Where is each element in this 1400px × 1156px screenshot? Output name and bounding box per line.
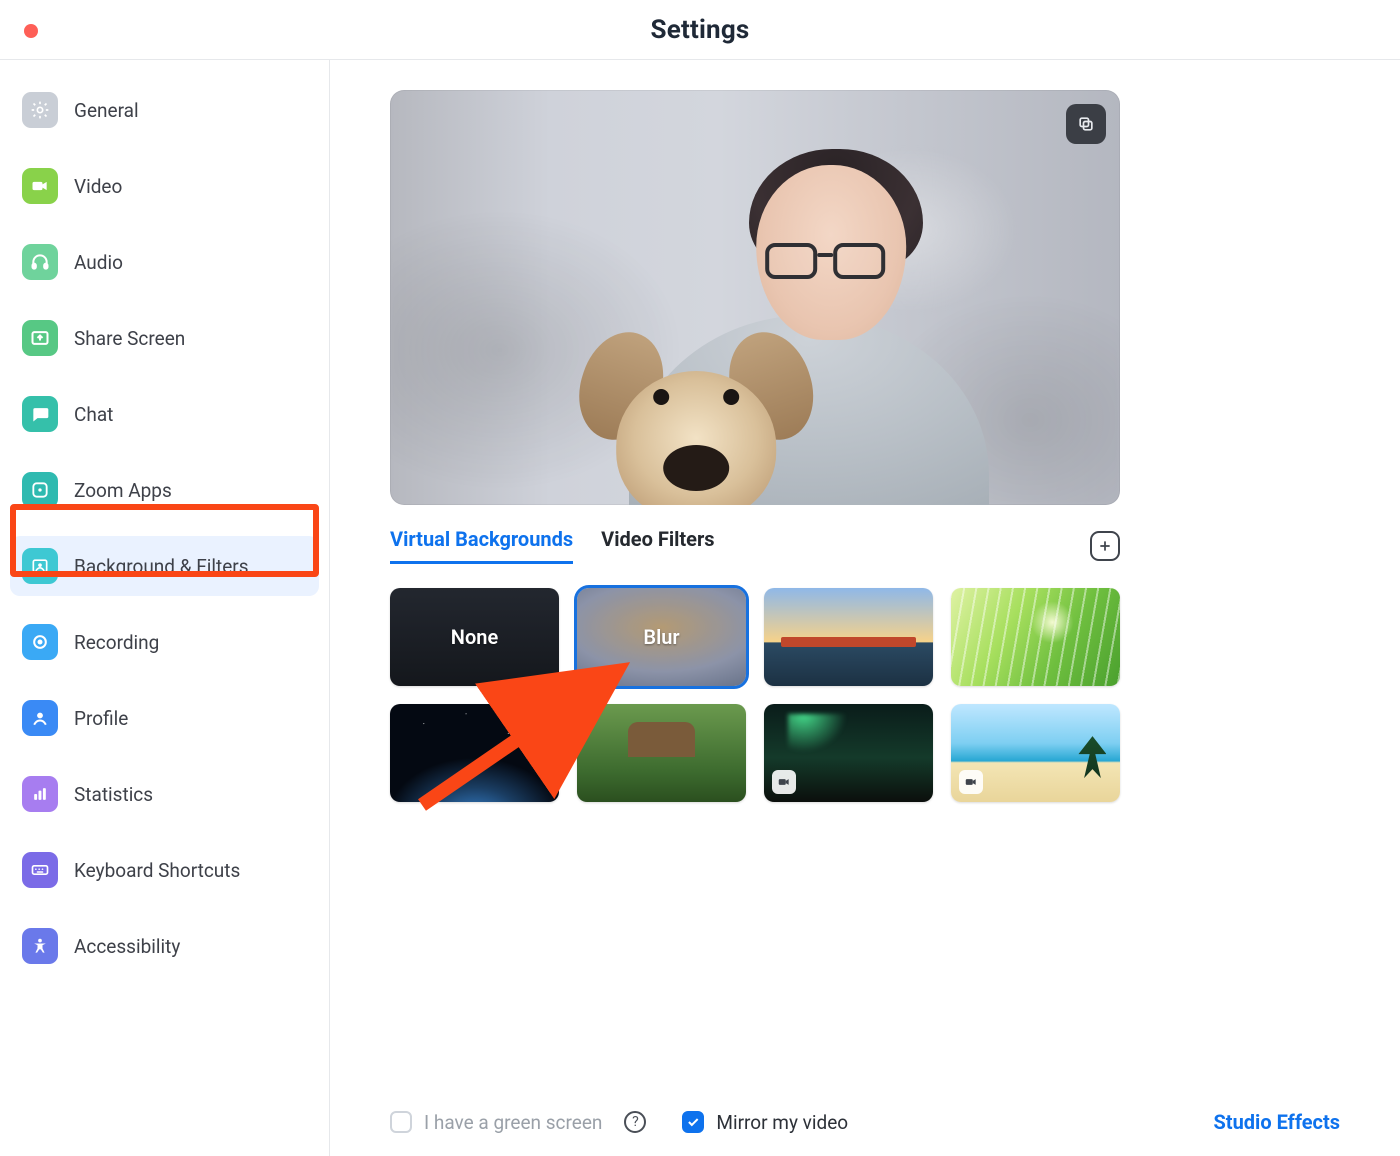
green-screen-checkbox[interactable]: I have a green screen — [390, 1111, 602, 1134]
background-option-earth[interactable] — [390, 704, 559, 802]
camera-preview — [390, 90, 1120, 505]
sidebar-item-label: Profile — [74, 707, 128, 730]
checkbox-icon — [390, 1111, 412, 1133]
backgrounds-tabs-row: Virtual Backgrounds Video Filters — [390, 527, 1120, 564]
sidebar-item-general[interactable]: General — [10, 80, 319, 140]
background-option-aurora[interactable] — [764, 704, 933, 802]
sidebar-item-video[interactable]: Video — [10, 156, 319, 216]
sidebar-item-background-filters[interactable]: Background & Filters — [10, 536, 319, 596]
close-window-button[interactable] — [24, 24, 38, 38]
apps-icon — [22, 472, 58, 508]
background-option-label — [577, 704, 746, 802]
virtual-backgrounds-grid: None Blur — [390, 588, 1120, 802]
sidebar-item-label: Chat — [74, 403, 113, 426]
sidebar-item-label: Share Screen — [74, 327, 185, 350]
sidebar-item-label: Recording — [74, 631, 159, 654]
settings-sidebar: General Video Audio Share Screen — [0, 60, 330, 1156]
video-badge-icon — [772, 770, 796, 794]
background-option-golden-gate[interactable] — [764, 588, 933, 686]
background-option-jungle[interactable] — [577, 704, 746, 802]
sidebar-item-label: Statistics — [74, 783, 153, 806]
sidebar-item-label: Keyboard Shortcuts — [74, 859, 240, 882]
sidebar-item-accessibility[interactable]: Accessibility — [10, 916, 319, 976]
sidebar-item-profile[interactable]: Profile — [10, 688, 319, 748]
sidebar-item-label: General — [74, 99, 139, 122]
sidebar-item-label: Video — [74, 175, 122, 198]
window-title: Settings — [651, 15, 750, 45]
headphones-icon — [22, 244, 58, 280]
titlebar: Settings — [0, 0, 1400, 60]
green-screen-label: I have a green screen — [424, 1111, 602, 1134]
sidebar-item-label: Zoom Apps — [74, 479, 172, 502]
add-background-button[interactable] — [1090, 531, 1120, 561]
settings-panel-background-filters: Virtual Backgrounds Video Filters None B… — [330, 60, 1400, 1156]
background-option-label: Blur — [577, 588, 746, 686]
background-option-blur[interactable]: Blur — [577, 588, 746, 686]
sidebar-item-chat[interactable]: Chat — [10, 384, 319, 444]
sidebar-item-keyboard-shortcuts[interactable]: Keyboard Shortcuts — [10, 840, 319, 900]
tab-virtual-backgrounds[interactable]: Virtual Backgrounds — [390, 527, 573, 564]
sidebar-item-share-screen[interactable]: Share Screen — [10, 308, 319, 368]
background-option-grass[interactable] — [951, 588, 1120, 686]
background-option-beach[interactable] — [951, 704, 1120, 802]
gear-icon — [22, 92, 58, 128]
mirror-video-checkbox[interactable]: Mirror my video — [682, 1111, 848, 1134]
background-option-label — [764, 588, 933, 686]
sidebar-item-statistics[interactable]: Statistics — [10, 764, 319, 824]
sidebar-item-label: Accessibility — [74, 935, 180, 958]
sidebar-item-recording[interactable]: Recording — [10, 612, 319, 672]
sidebar-item-audio[interactable]: Audio — [10, 232, 319, 292]
profile-icon — [22, 700, 58, 736]
chat-icon — [22, 396, 58, 432]
bg-icon — [22, 548, 58, 584]
rotate-camera-button[interactable] — [1066, 104, 1106, 144]
stats-icon — [22, 776, 58, 812]
background-option-none[interactable]: None — [390, 588, 559, 686]
preview-subject — [570, 145, 990, 505]
background-option-label: None — [390, 588, 559, 686]
sidebar-item-label: Background & Filters — [74, 555, 249, 578]
backgrounds-footer: I have a green screen ? Mirror my video … — [390, 1110, 1340, 1134]
record-icon — [22, 624, 58, 660]
share-icon — [22, 320, 58, 356]
sidebar-item-zoom-apps[interactable]: Zoom Apps — [10, 460, 319, 520]
background-option-label — [390, 704, 559, 802]
video-badge-icon — [959, 770, 983, 794]
studio-effects-link[interactable]: Studio Effects — [1213, 1110, 1340, 1134]
checkbox-icon — [682, 1111, 704, 1133]
green-screen-help-icon[interactable]: ? — [624, 1111, 646, 1133]
background-option-label — [951, 588, 1120, 686]
accessibility-icon — [22, 928, 58, 964]
keyboard-icon — [22, 852, 58, 888]
sidebar-item-label: Audio — [74, 251, 123, 274]
mirror-video-label: Mirror my video — [716, 1111, 848, 1134]
video-icon — [22, 168, 58, 204]
tab-video-filters[interactable]: Video Filters — [601, 527, 714, 564]
